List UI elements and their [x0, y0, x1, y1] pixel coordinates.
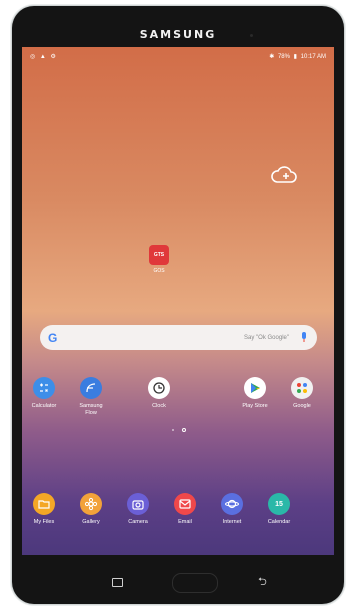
app-gallery[interactable]: Gallery: [74, 493, 108, 526]
app-label: Calculator: [31, 403, 57, 409]
cloud-plus-icon[interactable]: [269, 164, 299, 186]
internet-planet-icon: [221, 493, 243, 515]
app-clock[interactable]: Clock: [142, 377, 176, 410]
gos-app[interactable]: GTS GOS: [144, 245, 174, 274]
status-bar: ◎ ▲ ⚙ ✱ 78% ▮ 10:17 AM: [22, 47, 334, 65]
battery-percent: 78%: [277, 53, 290, 60]
google-folder-icon: [291, 377, 313, 399]
app-calculator[interactable]: Calculator: [27, 377, 61, 410]
app-play-store[interactable]: Play Store: [238, 377, 272, 410]
gos-icon: GTS: [149, 245, 169, 265]
back-icon[interactable]: ⮌: [258, 573, 267, 592]
app-label: Samsung Flow: [79, 403, 103, 416]
alert-icon: ▲: [39, 53, 46, 60]
app-label: Camera: [128, 519, 148, 525]
clock-time: 10:17 AM: [300, 53, 326, 60]
home-screen: ◎ ▲ ⚙ ✱ 78% ▮ 10:17 AM GTS GOS G Say "Ok…: [22, 47, 334, 555]
email-icon: [174, 493, 196, 515]
clock-icon: [148, 377, 170, 399]
bluetooth-icon: ✱: [269, 53, 275, 60]
google-logo-icon: G: [48, 330, 58, 345]
folder-icon: [33, 493, 55, 515]
app-label: Gallery: [82, 519, 100, 525]
gos-label: GOS: [153, 268, 165, 274]
app-label: Internet: [222, 519, 242, 525]
google-search-bar[interactable]: G Say "Ok Google": [40, 325, 317, 350]
notification-icon: ◎: [30, 53, 36, 60]
search-hint: Say "Ok Google": [244, 334, 289, 341]
app-label: Clock: [152, 403, 166, 409]
status-left: ◎ ▲ ⚙: [30, 53, 59, 60]
calendar-icon: 15: [268, 493, 290, 515]
home-button[interactable]: [172, 573, 218, 593]
app-camera[interactable]: Camera: [121, 493, 155, 526]
battery-icon: ▮: [293, 53, 297, 60]
page-dot: [172, 429, 174, 431]
app-internet[interactable]: Internet: [215, 493, 249, 526]
app-label: My Files: [33, 519, 55, 525]
settings-icon: ⚙: [50, 53, 56, 60]
gallery-flower-icon: [80, 493, 102, 515]
camera-icon: [127, 493, 149, 515]
page-indicator: [172, 428, 186, 432]
status-right: ✱ 78% ▮ 10:17 AM: [267, 53, 326, 60]
page-dot-active: [182, 428, 186, 432]
calculator-icon: [33, 377, 55, 399]
app-samsung-flow[interactable]: Samsung Flow: [74, 377, 108, 417]
samsung-flow-icon: [80, 377, 102, 399]
brand-logo: SAMSUNG: [139, 28, 217, 41]
play-store-icon: [244, 377, 266, 399]
app-label: Google: [293, 403, 311, 409]
app-google[interactable]: Google: [285, 377, 319, 410]
recent-apps-icon[interactable]: [112, 578, 123, 587]
app-label: Calendar: [267, 519, 291, 525]
app-label: Play Store: [242, 403, 268, 409]
app-label: Email: [178, 519, 192, 525]
app-email[interactable]: Email: [168, 493, 202, 526]
mic-icon[interactable]: [299, 331, 309, 345]
app-calendar[interactable]: 15 Calendar: [262, 493, 296, 526]
front-camera: [250, 34, 253, 37]
navigation-bar: ⮌: [12, 563, 344, 603]
app-my-files[interactable]: My Files: [27, 493, 61, 526]
